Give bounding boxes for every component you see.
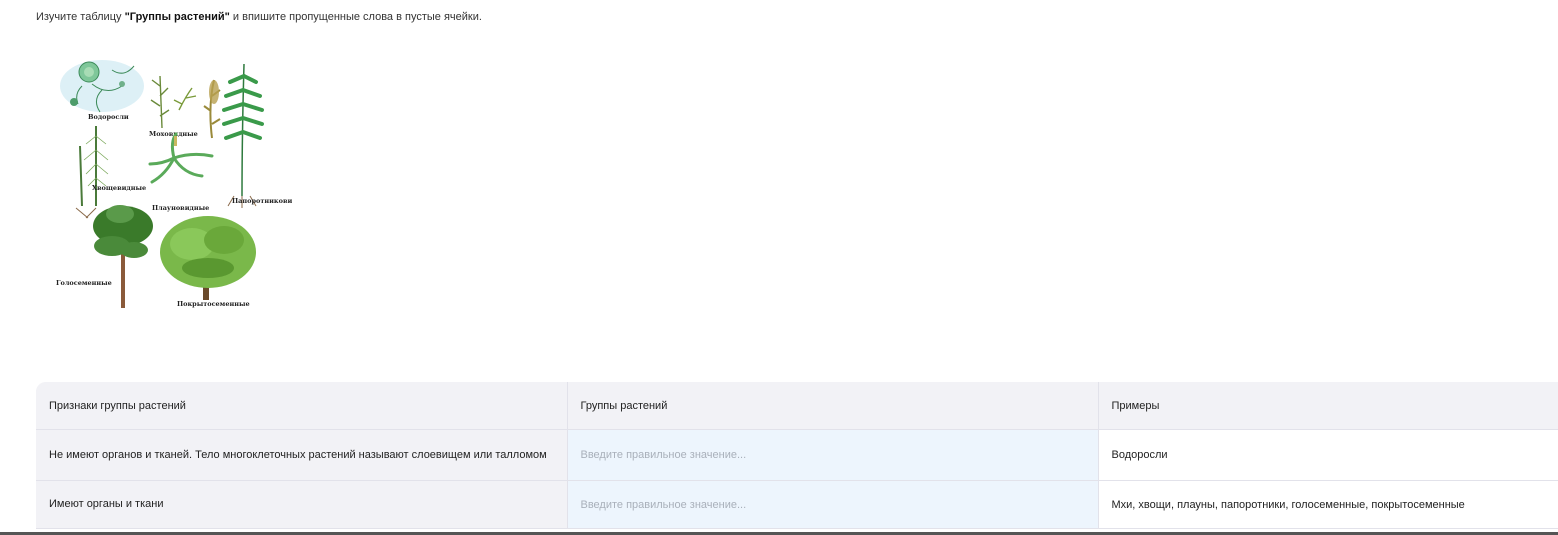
clubmosses-drawing — [148, 132, 214, 184]
answer-input-row-2[interactable] — [580, 498, 1085, 511]
label-ferns: Папоротниковидные — [232, 197, 292, 205]
answer-cell[interactable] — [567, 480, 1099, 529]
instruction-table-name: "Группы растений" — [124, 11, 230, 23]
instruction-suffix: и впишите пропущенные слова в пустые яче… — [229, 11, 482, 23]
header-groups: Группы растений — [567, 382, 1099, 430]
label-angiosperms: Покрытосеменные — [177, 300, 250, 308]
examples-cell: Водоросли — [1098, 429, 1558, 481]
label-horsetails: Хвощевидные — [92, 184, 146, 192]
label-clubmosses: Плауновидные — [152, 204, 209, 212]
table-row: Имеют органы и ткани Мхи, хвощи, плауны,… — [36, 480, 1558, 529]
task-instruction: Изучите таблицу "Группы растений" и впиш… — [36, 11, 482, 23]
feature-cell: Не имеют органов и тканей. Тело многокле… — [36, 429, 568, 481]
mosses-drawing — [150, 75, 221, 139]
plant-groups-illustration: Водоросли Моховидные Папоротниковидные Х… — [52, 56, 292, 314]
gymnosperms-drawing — [93, 205, 153, 308]
table-header-row: Признаки группы растений Группы растений… — [36, 382, 1558, 430]
instruction-prefix: Изучите таблицу — [36, 11, 125, 23]
feature-cell: Имеют органы и ткани — [36, 480, 568, 529]
label-algae: Водоросли — [88, 113, 129, 121]
feature-text: Не имеют органов и тканей. Тело многокле… — [49, 448, 547, 461]
header-features: Признаки группы растений — [36, 382, 568, 430]
angiosperms-drawing — [160, 216, 256, 300]
algae-drawing — [60, 60, 144, 113]
plant-groups-table: Признаки группы растений Группы растений… — [36, 382, 1558, 529]
horsetails-drawing — [75, 126, 109, 219]
ferns-drawing — [222, 63, 264, 208]
table-row: Не имеют органов и тканей. Тело многокле… — [36, 429, 1558, 481]
header-examples: Примеры — [1098, 382, 1558, 430]
answer-input-row-1[interactable] — [580, 449, 1085, 461]
label-gymnosperms: Голосеменные — [56, 279, 112, 287]
examples-cell: Мхи, хвощи, плауны, папоротники, голосем… — [1098, 480, 1558, 529]
answer-cell[interactable] — [567, 429, 1099, 481]
